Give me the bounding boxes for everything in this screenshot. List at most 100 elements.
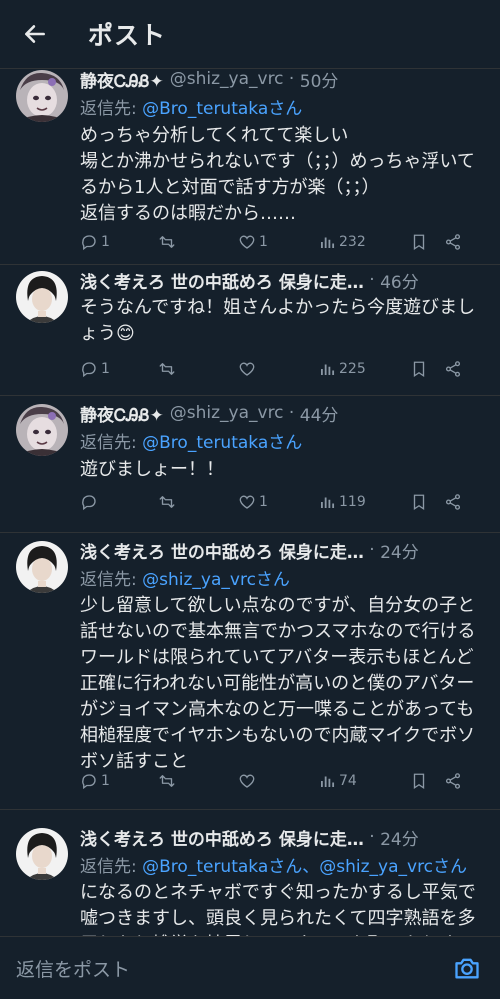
post-text-content: になるのとネチャボですぐ知ったかするし平気で嘘つきますし、頭良く見られたくて四字… [80,882,476,936]
reply-to-line: 返信先: @Bro_terutakaさん、@shiz_ya_vrcさん [80,852,484,877]
reply-icon [82,235,96,251]
display-name[interactable]: 静夜ᏟᎯᏰ✦ [80,402,164,425]
timestamp-separator: · [363,827,381,847]
share-button[interactable] [444,772,462,790]
views-icon [321,364,335,375]
post-text: 少し留意して欲しい点なのですが、自分女の子と話せないので基本無言でかつスマホなの… [80,593,484,775]
views-icon [321,776,335,787]
views-button[interactable]: 74 [318,772,410,790]
retweet-button[interactable] [158,772,238,790]
like-button[interactable] [238,772,318,790]
reply-to-label: 返信先: [80,99,143,119]
reply-button[interactable]: 1 [80,233,158,251]
avatar[interactable] [16,70,68,122]
like-icon [239,235,255,249]
display-name[interactable]: 浅く考えろ 世の中舐めろ 保身に走… [80,269,364,292]
views-button[interactable]: 225 [318,360,410,378]
reply-mention-link[interactable]: @shiz_ya_vrcさん [142,570,290,590]
timestamp-separator: · [363,270,381,290]
like-button[interactable]: 1 [238,493,318,511]
reply-to-label: 返信先: [80,433,143,453]
views-button[interactable]: 119 [318,493,410,511]
like-icon [239,362,255,376]
view-count: 119 [339,494,366,510]
thread-feed: 静夜ᏟᎯᏰ✦ @shiz_ya_vrc · 50分 返信先: @Bro_teru… [0,68,500,936]
post-meta: 浅く考えろ 世の中舐めろ 保身に走… · 46分 [80,269,484,291]
reply-button[interactable] [80,493,158,511]
avatar[interactable] [16,404,68,456]
retweet-button[interactable] [158,360,238,378]
reply-input[interactable]: 返信をポスト [16,955,452,982]
user-handle[interactable]: @shiz_ya_vrc [170,69,284,89]
retweet-icon [159,775,175,787]
reply-to-line: 返信先: @Bro_terutakaさん [80,428,484,453]
retweet-button[interactable] [158,493,238,511]
like-button[interactable] [238,360,318,378]
avatar[interactable] [16,271,68,323]
post-meta: 浅く考えろ 世の中舐めろ 保身に走… · 24分 [80,539,484,561]
reply-icon [82,774,96,790]
post-meta: 浅く考えろ 世の中舐めろ 保身に走… · 24分 [80,826,484,848]
reply-count: 1 [101,773,110,789]
action-bar: 1 119 [80,490,484,514]
post-text: めっちゃ分析してくれてて楽しい 場とか沸かせられないです（；；）めっちゃ浮いてる… [80,123,484,227]
bookmark-icon [413,361,425,378]
share-icon [445,361,461,377]
display-name[interactable]: 浅く考えろ 世の中舐めろ 保身に走… [80,539,364,562]
like-icon [239,495,255,509]
post[interactable]: 浅く考えろ 世の中舐めろ 保身に走… · 46分 そうなんですね！姐さんよかった… [0,265,500,396]
retweet-button[interactable] [158,233,238,251]
reply-mention-link[interactable]: @Bro_terutakaさん [142,99,302,119]
reply-count: 1 [101,234,110,250]
reply-composer-bar: 返信をポスト [0,936,500,999]
bookmark-button[interactable] [410,493,444,511]
timestamp[interactable]: 24分 [380,826,419,849]
action-bar: 1 1 232 [80,230,484,254]
post[interactable]: 浅く考えろ 世の中舐めろ 保身に走… · 24分 返信先: @shiz_ya_v… [0,533,500,810]
reply-button[interactable]: 1 [80,360,158,378]
timestamp[interactable]: 44分 [300,402,339,425]
views-icon [321,497,335,508]
post[interactable]: 浅く考えろ 世の中舐めろ 保身に走… · 24分 返信先: @Bro_terut… [0,810,500,936]
post-meta: 静夜ᏟᎯᏰ✦ @shiz_ya_vrc · 50分 [80,68,484,90]
bookmark-button[interactable] [410,360,444,378]
like-count: 1 [259,494,268,510]
action-bar: 1 74 [80,769,484,793]
timestamp-separator: · [283,403,300,423]
like-button[interactable]: 1 [238,233,318,251]
back-arrow-icon[interactable] [20,19,50,49]
reply-mention-link[interactable]: @Bro_terutakaさん [142,433,302,453]
action-bar: 1 225 [80,357,484,381]
timestamp[interactable]: 50分 [300,68,339,91]
share-button[interactable] [444,233,462,251]
post[interactable]: 静夜ᏟᎯᏰ✦ @shiz_ya_vrc · 44分 返信先: @Bro_teru… [0,396,500,533]
share-button[interactable] [444,360,462,378]
timestamp-separator: · [283,69,300,89]
post-text: 遊びましょー！！ [80,457,484,483]
retweet-icon [159,496,175,508]
avatar[interactable] [16,828,68,880]
views-button[interactable]: 232 [318,233,410,251]
reply-count: 1 [101,361,110,377]
page-title: ポスト [88,21,167,50]
post[interactable]: 静夜ᏟᎯᏰ✦ @shiz_ya_vrc · 50分 返信先: @Bro_teru… [0,68,500,265]
share-icon [445,773,461,789]
display-name[interactable]: 浅く考えろ 世の中舐めろ 保身に走… [80,826,364,849]
display-name[interactable]: 静夜ᏟᎯᏰ✦ [80,68,164,91]
post-text-content: 遊びましょー！！ [80,459,224,480]
bookmark-icon [413,494,425,511]
bookmark-icon [413,234,425,251]
timestamp[interactable]: 46分 [380,269,419,292]
reply-mention-link[interactable]: @Bro_terutakaさん、@shiz_ya_vrcさん [142,857,467,877]
reply-button[interactable]: 1 [80,772,158,790]
like-icon [239,774,255,788]
post-text-content: 少し留意して欲しい点なのですが、自分女の子と話せないので基本無言でかつスマホなの… [80,595,476,772]
bookmark-button[interactable] [410,233,444,251]
bookmark-button[interactable] [410,772,444,790]
share-button[interactable] [444,493,462,511]
view-count: 232 [339,234,366,250]
camera-icon[interactable] [452,953,482,983]
avatar[interactable] [16,541,68,593]
user-handle[interactable]: @shiz_ya_vrc [170,403,284,423]
timestamp[interactable]: 24分 [380,539,419,562]
